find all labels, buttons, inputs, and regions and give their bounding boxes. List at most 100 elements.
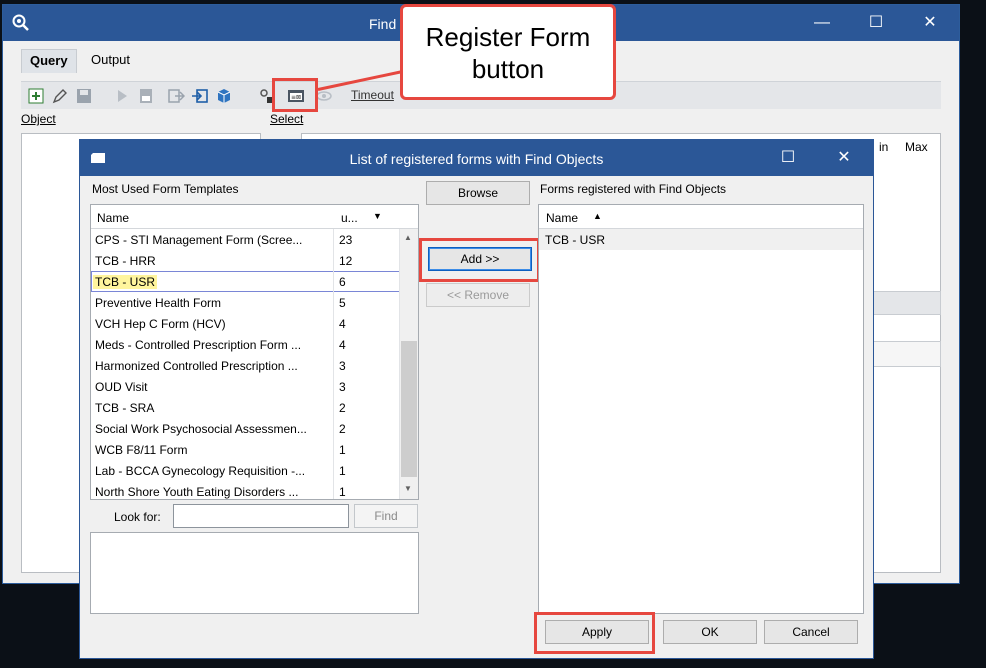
form-template-name: TCB - USR	[93, 275, 157, 289]
find-button[interactable]: Find	[354, 504, 418, 528]
table-row[interactable]: Lab - BCCA Gynecology Requisition -... 1	[91, 460, 401, 481]
object-label: Object	[21, 112, 56, 126]
usage-count: 3	[339, 359, 346, 373]
browse-button[interactable]: Browse	[426, 181, 530, 205]
table-row[interactable]: OUD Visit 3	[91, 376, 401, 397]
cell-separator	[333, 355, 334, 376]
table-row[interactable]: North Shore Youth Eating Disorders ... 1	[91, 481, 401, 499]
panel-band	[865, 291, 941, 315]
ok-button[interactable]: OK	[663, 620, 757, 644]
registered-forms-dialog: List of registered forms with Find Objec…	[79, 139, 874, 659]
register-form-callout: Register Form button	[400, 4, 616, 100]
table-row[interactable]: TCB - HRR 12	[91, 250, 401, 271]
cell-separator	[333, 397, 334, 418]
scroll-up-icon[interactable]: ▲	[404, 233, 412, 242]
run-icon[interactable]	[113, 87, 131, 105]
registered-forms-header: Forms registered with Find Objects	[540, 182, 727, 196]
form-template-name: Meds - Controlled Prescription Form ...	[95, 338, 302, 352]
form-template-name: VCH Hep C Form (HCV)	[95, 317, 226, 331]
registered-forms-grid[interactable]: Name ▲ TCB - USR	[538, 204, 864, 614]
table-row[interactable]: VCH Hep C Form (HCV) 4	[91, 313, 401, 334]
grid-header: Name ▲	[539, 205, 863, 229]
table-row[interactable]: TCB - SRA 2	[91, 397, 401, 418]
callout-line-2: button	[471, 54, 545, 84]
sort-asc-icon[interactable]: ▲	[593, 211, 602, 221]
usage-count: 4	[339, 317, 346, 331]
minimize-icon[interactable]: —	[799, 5, 845, 41]
report-icon[interactable]	[137, 87, 155, 105]
look-for-input[interactable]	[173, 504, 349, 528]
usage-count: 1	[339, 485, 346, 499]
dialog-close-icon[interactable]: ✕	[824, 140, 864, 176]
add-button[interactable]: Add >>	[428, 247, 532, 271]
column-header-max[interactable]: Max	[905, 140, 928, 154]
new-icon[interactable]	[27, 87, 45, 105]
usage-count: 2	[339, 422, 346, 436]
usage-count: 12	[339, 254, 353, 268]
table-row[interactable]: WCB F8/11 Form 1	[91, 439, 401, 460]
timeout-label[interactable]: Timeout	[351, 88, 394, 102]
form-template-name: TCB - HRR	[95, 254, 156, 268]
magnifier-app-icon	[12, 14, 29, 31]
remove-button[interactable]: << Remove	[426, 283, 530, 307]
cell-separator	[333, 271, 334, 292]
usage-count: 23	[339, 233, 353, 247]
dialog-maximize-icon[interactable]: ☐	[768, 140, 808, 176]
cell-separator	[333, 250, 334, 271]
callout-line-1: Register Form	[425, 22, 591, 52]
cell-separator	[333, 229, 334, 250]
form-template-name: Harmonized Controlled Prescription ...	[95, 359, 298, 373]
form-template-name: OUD Visit	[95, 380, 148, 394]
cell-separator	[333, 334, 334, 355]
column-header-in[interactable]: in	[879, 140, 888, 154]
table-row[interactable]: Social Work Psychosocial Assessmen... 2	[91, 418, 401, 439]
form-template-name: North Shore Youth Eating Disorders ...	[95, 485, 299, 499]
usage-count: 3	[339, 380, 346, 394]
form-template-name: TCB - SRA	[95, 401, 155, 415]
cube-icon[interactable]	[215, 87, 233, 105]
maximize-icon[interactable]: ☐	[853, 5, 899, 41]
form-template-name: WCB F8/11 Form	[95, 443, 188, 457]
apply-button[interactable]: Apply	[545, 620, 649, 644]
table-row[interactable]: Meds - Controlled Prescription Form ... 4	[91, 334, 401, 355]
table-row[interactable]: Harmonized Controlled Prescription ... 3	[91, 355, 401, 376]
register-form-button-highlight	[272, 78, 318, 112]
most-used-grid[interactable]: Name u... ▼ CPS - STI Management Form (S…	[90, 204, 419, 500]
usage-count: 1	[339, 443, 346, 457]
form-template-name: Preventive Health Form	[95, 296, 222, 310]
export-icon[interactable]	[167, 87, 185, 105]
import-icon[interactable]	[191, 87, 209, 105]
edit-pencil-icon[interactable]	[51, 87, 69, 105]
tab-output[interactable]: Output	[83, 49, 138, 73]
cell-separator	[333, 439, 334, 460]
save-icon[interactable]	[75, 87, 93, 105]
column-header-name[interactable]: Name	[97, 211, 129, 225]
scroll-thumb[interactable]	[401, 341, 417, 477]
select-label: Select	[270, 112, 304, 126]
tab-query[interactable]: Query	[21, 49, 77, 73]
usage-count: 4	[339, 338, 346, 352]
form-template-name: Lab - BCCA Gynecology Requisition -...	[95, 464, 306, 478]
column-header-usage[interactable]: u...	[341, 211, 358, 225]
table-row[interactable]: TCB - USR 6	[91, 271, 401, 292]
sort-desc-icon[interactable]: ▼	[373, 211, 382, 221]
usage-count: 2	[339, 401, 346, 415]
vertical-scrollbar[interactable]: ▲ ▼	[399, 229, 418, 499]
close-icon[interactable]: ✕	[907, 5, 953, 41]
scroll-down-icon[interactable]: ▼	[404, 484, 412, 493]
cancel-button[interactable]: Cancel	[764, 620, 858, 644]
panel-band-2	[865, 341, 941, 367]
table-row[interactable]: CPS - STI Management Form (Scree... 23	[91, 229, 401, 250]
column-header-name[interactable]: Name	[546, 211, 578, 225]
usage-count: 6	[339, 275, 346, 289]
dialog-titlebar: List of registered forms with Find Objec…	[80, 140, 873, 176]
usage-count: 5	[339, 296, 346, 310]
cell-separator	[333, 376, 334, 397]
cell-separator	[333, 292, 334, 313]
most-used-header: Most Used Form Templates	[92, 182, 239, 196]
table-row[interactable]: TCB - USR	[539, 229, 863, 250]
dialog-title: List of registered forms with Find Objec…	[349, 151, 604, 167]
cell-separator	[333, 313, 334, 334]
table-row[interactable]: Preventive Health Form 5	[91, 292, 401, 313]
form-description-box	[90, 532, 419, 614]
